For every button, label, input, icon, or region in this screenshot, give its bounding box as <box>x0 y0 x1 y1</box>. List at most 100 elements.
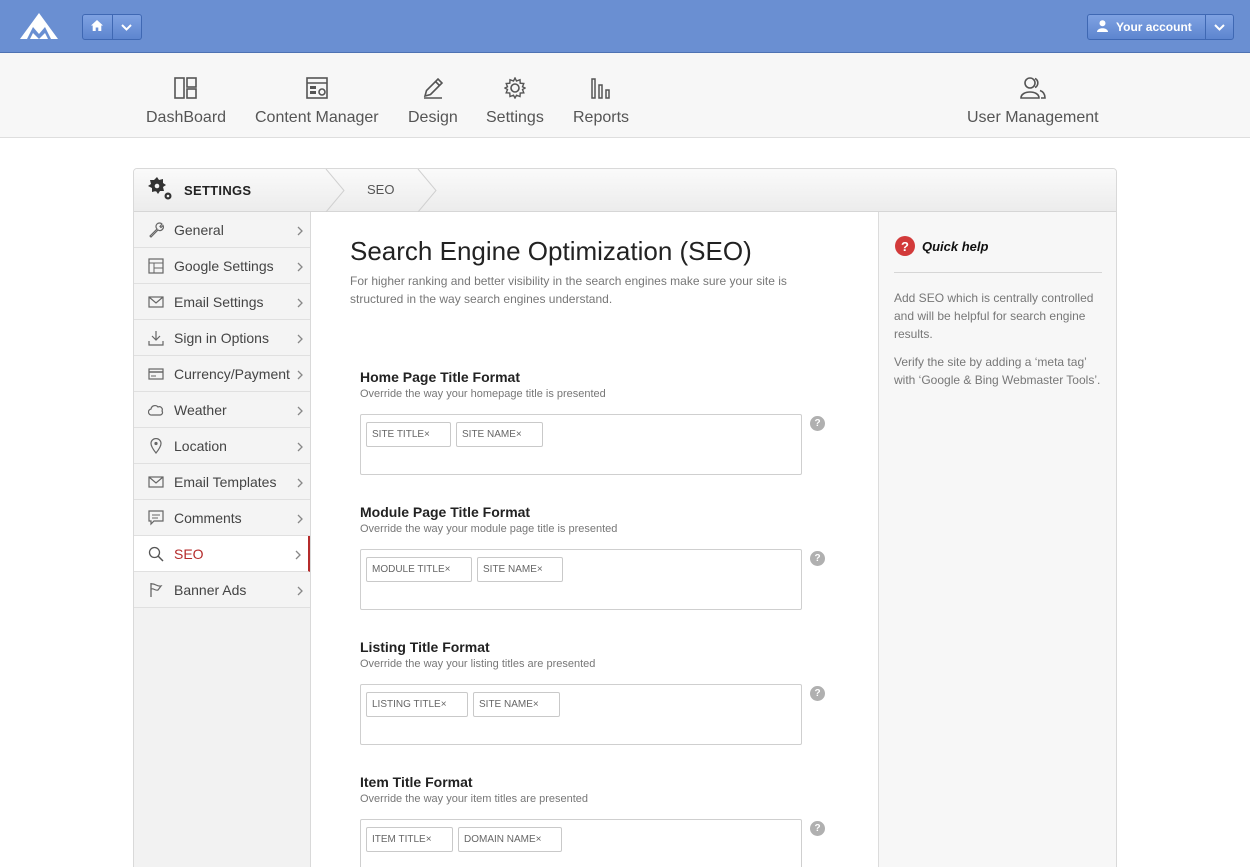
envelope-icon <box>147 473 165 491</box>
users-icon <box>1020 77 1046 109</box>
chevron-right-icon <box>297 259 303 275</box>
field-description: Override the way your homepage title is … <box>360 388 606 400</box>
chevron-right-icon <box>297 223 303 239</box>
field-description: Override the way your module page title … <box>360 523 618 535</box>
gears-icon <box>146 176 174 205</box>
main-navigation: DashBoard Content Manager Design Setting… <box>0 53 1250 138</box>
grid-icon <box>147 257 165 275</box>
chevron-down-icon <box>121 18 132 36</box>
bar-chart-icon <box>590 77 612 109</box>
nav-settings[interactable]: Settings <box>486 76 544 127</box>
help-icon[interactable]: ? <box>810 821 825 836</box>
tag-token[interactable]: SITE NAME× <box>477 557 563 582</box>
field-label: Home Page Title Format <box>360 369 521 385</box>
quick-help-heading: ? Quick help <box>895 236 988 256</box>
envelope-icon <box>147 293 165 311</box>
tag-input[interactable]: SITE TITLE× SITE NAME× <box>360 414 802 475</box>
brand-logo[interactable] <box>19 12 59 40</box>
tag-token[interactable]: MODULE TITLE× <box>366 557 472 582</box>
tag-input[interactable]: ITEM TITLE× DOMAIN NAME× <box>360 819 802 867</box>
gear-icon <box>503 76 527 109</box>
pencil-icon <box>422 77 444 109</box>
sidebar-item-label: Sign in Options <box>174 329 269 346</box>
listing-title-format: Listing Title Format Override the way yo… <box>360 639 840 745</box>
sidebar-item-banner-ads[interactable]: Banner Ads <box>134 572 310 608</box>
help-circle-icon: ? <box>895 236 915 256</box>
chevron-right-icon <box>297 475 303 491</box>
sidebar-item-label: Comments <box>174 509 242 526</box>
nav-design[interactable]: Design <box>408 77 458 127</box>
wrench-icon <box>147 221 165 239</box>
chevron-right-icon <box>297 511 303 527</box>
sidebar-item-comments[interactable]: Comments <box>134 500 310 536</box>
sidebar-item-weather[interactable]: Weather <box>134 392 310 428</box>
dashboard-icon <box>174 77 198 109</box>
account-menu-toggle[interactable] <box>1205 15 1233 39</box>
sidebar-item-label: Weather <box>174 401 227 418</box>
content-icon <box>306 77 328 109</box>
help-icon[interactable]: ? <box>810 551 825 566</box>
nav-label: Content Manager <box>255 109 379 126</box>
quick-help-panel: ? Quick help Add SEO which is centrally … <box>878 212 1116 867</box>
home-menu-toggle[interactable] <box>111 15 142 39</box>
field-label: Module Page Title Format <box>360 504 531 520</box>
help-paragraph: Add SEO which is centrally controlled an… <box>894 291 1094 341</box>
home-button[interactable] <box>83 15 112 39</box>
breadcrumb-section: SETTINGS <box>184 183 252 198</box>
chevron-right-icon <box>295 547 301 563</box>
nav-label: DashBoard <box>146 109 227 126</box>
nav-label: Design <box>408 109 458 126</box>
chevron-right-icon <box>297 331 303 347</box>
sidebar-item-label: Currency/Payment <box>174 365 290 382</box>
sidebar-item-label: Banner Ads <box>174 581 247 598</box>
sidebar-item-label: SEO <box>174 545 204 562</box>
item-title-format: Item Title Format Override the way your … <box>360 774 840 867</box>
tag-token[interactable]: SITE NAME× <box>473 692 560 717</box>
sidebar-item-google-settings[interactable]: Google Settings <box>134 248 310 284</box>
your-account-button[interactable]: Your account <box>1088 15 1205 39</box>
sidebar-item-email-templates[interactable]: Email Templates <box>134 464 310 500</box>
nav-label: Reports <box>573 109 630 126</box>
tag-input[interactable]: LISTING TITLE× SITE NAME× <box>360 684 802 745</box>
breadcrumb-seo[interactable]: SEO <box>367 182 394 197</box>
help-icon[interactable]: ? <box>810 416 825 431</box>
nav-label: User Management <box>967 109 1099 126</box>
nav-dashboard[interactable]: DashBoard <box>146 77 226 127</box>
settings-panel: SETTINGS SEO General Google Settings Ema… <box>133 168 1117 867</box>
field-description: Override the way your item titles are pr… <box>360 793 589 805</box>
chevron-right-icon <box>297 295 303 311</box>
tag-token[interactable]: LISTING TITLE× <box>366 692 468 717</box>
sidebar-item-location[interactable]: Location <box>134 428 310 464</box>
nav-user-management[interactable]: User Management <box>967 77 1099 127</box>
account-label: Your account <box>1116 20 1192 34</box>
comment-icon <box>147 509 165 527</box>
tag-token[interactable]: SITE NAME× <box>456 422 543 447</box>
page-title: Search Engine Optimization (SEO) <box>350 236 752 266</box>
card-icon <box>147 365 165 383</box>
nav-reports[interactable]: Reports <box>573 77 629 127</box>
sidebar-item-label: Location <box>174 437 227 454</box>
sidebar-item-email-settings[interactable]: Email Settings <box>134 284 310 320</box>
sidebar-item-general[interactable]: General <box>134 212 310 248</box>
page-description: For higher ranking and better visibility… <box>350 274 787 306</box>
sidebar-item-currency-payment[interactable]: Currency/Payment <box>134 356 310 392</box>
nav-label: Settings <box>486 109 544 126</box>
sidebar-item-label: Email Templates <box>174 473 277 490</box>
breadcrumb-settings[interactable]: SETTINGS <box>134 169 334 212</box>
breadcrumb: SETTINGS SEO <box>134 169 1116 212</box>
chevron-down-icon <box>1214 18 1225 36</box>
chevron-right-icon <box>297 439 303 455</box>
home-page-title-format: Home Page Title Format Override the way … <box>360 369 840 475</box>
sidebar-item-label: Email Settings <box>174 293 264 310</box>
home-button-group <box>82 14 142 40</box>
tag-token[interactable]: ITEM TITLE× <box>366 827 453 852</box>
tag-input[interactable]: MODULE TITLE× SITE NAME× <box>360 549 802 610</box>
sidebar-item-sign-in-options[interactable]: Sign in Options <box>134 320 310 356</box>
help-icon[interactable]: ? <box>810 686 825 701</box>
flag-icon <box>147 581 165 599</box>
nav-content-manager[interactable]: Content Manager <box>255 77 379 127</box>
tag-token[interactable]: SITE TITLE× <box>366 422 451 447</box>
top-bar: Your account <box>0 0 1250 53</box>
tag-token[interactable]: DOMAIN NAME× <box>458 827 562 852</box>
sidebar-item-seo[interactable]: SEO <box>134 536 310 572</box>
